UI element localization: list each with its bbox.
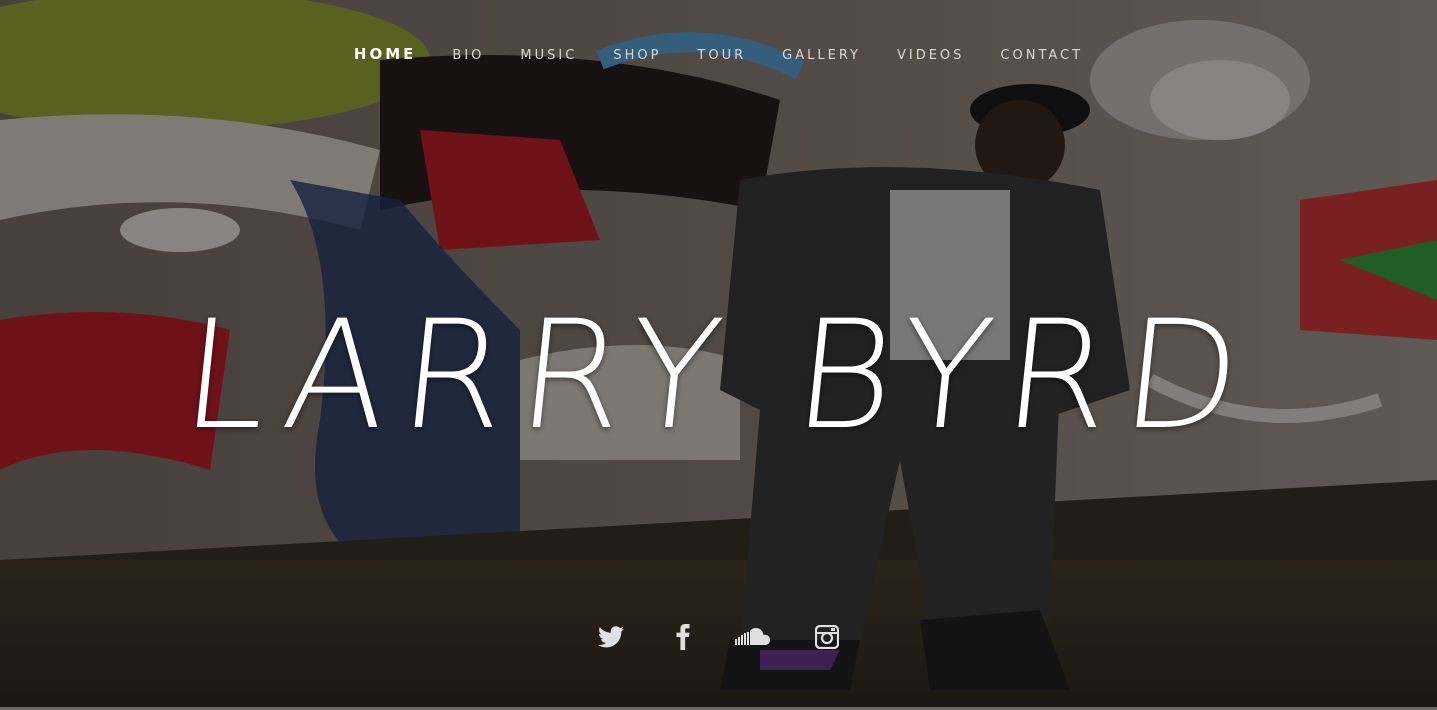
nav-music[interactable]: MUSIC xyxy=(520,48,577,63)
instagram-link[interactable] xyxy=(797,622,857,652)
instagram-icon xyxy=(814,625,839,649)
nav-contact[interactable]: CONTACT xyxy=(1000,48,1083,63)
twitter-icon xyxy=(597,626,624,648)
nav-tour[interactable]: TOUR xyxy=(697,48,746,63)
social-links xyxy=(0,622,1437,652)
hero-section: HOME BIO MUSIC SHOP TOUR GALLERY VIDEOS … xyxy=(0,0,1437,710)
soundcloud-icon xyxy=(734,628,770,645)
twitter-link[interactable] xyxy=(581,622,641,652)
soundcloud-link[interactable] xyxy=(725,622,785,652)
nav-gallery[interactable]: GALLERY xyxy=(782,48,861,63)
site-title: LARRY BYRD xyxy=(174,288,1263,463)
main-nav: HOME BIO MUSIC SHOP TOUR GALLERY VIDEOS … xyxy=(0,44,1437,63)
nav-bio[interactable]: BIO xyxy=(452,48,484,63)
nav-shop[interactable]: SHOP xyxy=(613,48,661,63)
facebook-link[interactable] xyxy=(653,622,713,652)
nav-videos[interactable]: VIDEOS xyxy=(897,48,964,63)
nav-home[interactable]: HOME xyxy=(354,45,416,63)
facebook-icon xyxy=(676,624,689,650)
